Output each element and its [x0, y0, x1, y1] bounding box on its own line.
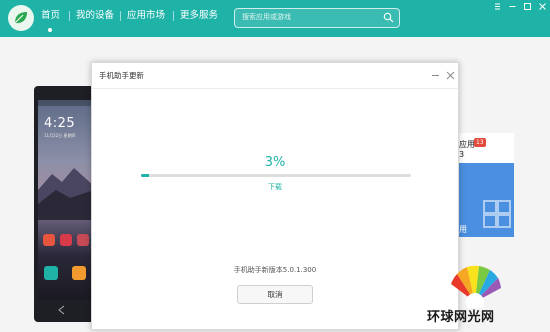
progress-bar-fill	[141, 174, 149, 177]
background-card-subtitle: 3	[459, 150, 465, 159]
phone-status-bar	[38, 100, 94, 106]
phone-dial-icon	[44, 266, 58, 280]
grid-tile-icon	[483, 200, 497, 214]
phone-nav-buttons	[58, 305, 65, 315]
search-icon[interactable]	[383, 12, 394, 23]
background-card-label: 用	[459, 225, 467, 234]
background-card-title: 应用	[459, 140, 475, 149]
nav-home[interactable]: 首页	[41, 9, 60, 23]
nav-active-indicator	[48, 28, 52, 32]
phone-date: 11月22日 星期四	[44, 133, 76, 138]
dialog-minimize-icon[interactable]	[431, 71, 440, 80]
nav-divider	[69, 11, 70, 21]
app-logo[interactable]	[8, 5, 34, 31]
close-icon[interactable]	[537, 1, 548, 12]
grid-tile-icon	[483, 214, 497, 228]
app-icon	[43, 234, 55, 246]
nav-divider	[173, 11, 174, 21]
app-icon	[77, 234, 89, 246]
watermark-logo	[451, 265, 501, 308]
nav-app-market[interactable]: 应用市场	[127, 9, 165, 23]
update-dialog: 手机助手更新 3% 下载 手机助手新版本5.0.1.300 取消	[91, 62, 459, 330]
phone-screen: 4:25 11月22日 星期四	[38, 100, 94, 300]
progress-percent: 3%	[264, 155, 286, 170]
dialog-header: 手机助手更新	[92, 63, 458, 89]
grid-tile-icon	[497, 200, 511, 214]
menu-icon[interactable]	[492, 1, 503, 12]
version-text: 手机助手新版本5.0.1.300	[233, 266, 317, 274]
watermark-text: 环球网光网	[427, 310, 495, 325]
nav-my-devices[interactable]: 我的设备	[76, 9, 114, 23]
mountain-wallpaper	[38, 168, 94, 220]
dialog-close-icon[interactable]	[446, 71, 455, 80]
nav-divider	[120, 11, 121, 21]
progress-bar	[141, 174, 411, 177]
search-placeholder: 搜索应用或游戏	[242, 13, 291, 21]
nav-more-services[interactable]: 更多服务	[180, 9, 218, 23]
dialog-title: 手机助手更新	[99, 71, 144, 80]
contacts-icon	[72, 266, 86, 280]
phone-clock: 4:25	[44, 116, 76, 131]
maximize-icon[interactable]	[522, 1, 533, 12]
grid-tile-icon	[497, 214, 511, 228]
progress-status-label: 下载	[268, 183, 282, 191]
top-nav-bar: 首页 我的设备 应用市场 更多服务 搜索应用或游戏	[0, 0, 550, 37]
leaf-logo-icon	[14, 12, 27, 24]
search-input[interactable]: 搜索应用或游戏	[234, 8, 400, 28]
minimize-icon[interactable]	[507, 1, 518, 12]
app-icon	[60, 234, 72, 246]
cancel-button[interactable]: 取消	[237, 285, 313, 304]
update-count-badge: 13	[474, 138, 486, 147]
